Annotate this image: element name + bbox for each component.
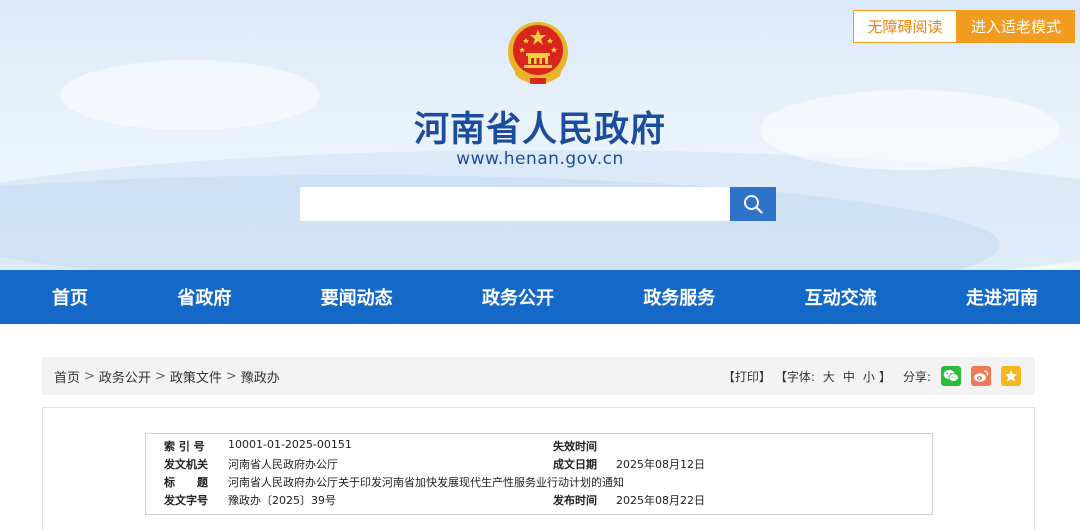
meta-row: 发文机关 河南省人民政府办公厅 成文日期 2025年08月12日: [146, 456, 932, 474]
font-medium-link[interactable]: 中: [843, 368, 855, 385]
site-url: www.henan.gov.cn: [456, 149, 624, 169]
meta-label-expiry: 失效时间: [553, 440, 597, 453]
breadcrumb-separator: >: [225, 368, 237, 384]
font-small-link[interactable]: 小: [863, 368, 875, 385]
meta-label-docno: 发文字号: [164, 494, 208, 507]
meta-row: 索 引 号 10001-01-2025-00151 失效时间: [146, 438, 932, 456]
weibo-icon[interactable]: [971, 366, 991, 386]
breadcrumb-separator: >: [154, 368, 166, 384]
nav-item-government-services[interactable]: 政务服务: [643, 284, 715, 310]
breadcrumb-separator: >: [84, 368, 95, 384]
document-meta-table: 索 引 号 10001-01-2025-00151 失效时间 发文机关 河南省人…: [145, 433, 933, 515]
meta-label-issuer: 发文机关: [164, 458, 208, 471]
search-button[interactable]: [730, 187, 776, 221]
meta-row: 发文字号 豫政办〔2025〕39号 发布时间 2025年08月22日: [146, 492, 932, 510]
favorite-icon[interactable]: [1001, 366, 1021, 386]
national-emblem-icon: [506, 20, 570, 88]
breadcrumb: 首页 > 政务公开 > 政策文件 > 豫政办: [54, 367, 280, 386]
meta-row: 标 题 河南省人民政府办公厅关于印发河南省加快发展现代生产性服务业行动计划的通知: [146, 474, 932, 492]
meta-value-docno: 豫政办〔2025〕39号: [228, 494, 336, 507]
meta-label-index: 索 引 号: [164, 440, 205, 453]
meta-value-date: 2025年08月12日: [616, 458, 705, 471]
search-input[interactable]: [300, 187, 730, 221]
breadcrumb-policy-documents[interactable]: 政策文件: [170, 367, 222, 386]
breadcrumb-home[interactable]: 首页: [54, 367, 80, 386]
share-label: 分享:: [902, 369, 931, 384]
meta-value-issuer: 河南省人民政府办公厅: [228, 458, 338, 471]
nav-item-provincial-government[interactable]: 省政府: [177, 284, 231, 310]
breadcrumb-yuzhengban[interactable]: 豫政办: [241, 367, 280, 386]
font-size-close: 】: [878, 369, 891, 384]
nav-item-government-affairs[interactable]: 政务公开: [482, 284, 554, 310]
wechat-icon[interactable]: [941, 366, 961, 386]
page-tools: 【打印】 【字体: 大 中 小 】 分享:: [723, 366, 1023, 386]
print-link[interactable]: 【打印】: [723, 368, 771, 385]
site-title: 河南省人民政府: [413, 110, 666, 150]
elder-mode-button[interactable]: 进入适老模式: [957, 10, 1075, 43]
accessibility-button[interactable]: 无障碍阅读: [853, 10, 957, 43]
meta-value-index: 10001-01-2025-00151: [228, 438, 352, 451]
nav-item-news[interactable]: 要闻动态: [321, 284, 393, 310]
meta-label-publish: 发布时间: [553, 494, 597, 507]
meta-label-title: 标 题: [164, 476, 208, 489]
nav-item-interaction[interactable]: 互动交流: [805, 284, 877, 310]
font-large-link[interactable]: 大: [823, 368, 835, 385]
breadcrumb-bar: 首页 > 政务公开 > 政策文件 > 豫政办 【打印】 【字体: 大 中 小 】…: [42, 357, 1035, 395]
site-header: 无障碍阅读 进入适老模式 河南省人民政府 www.henan.gov.cn: [0, 0, 1080, 270]
meta-value-title: 河南省人民政府办公厅关于印发河南省加快发展现代生产性服务业行动计划的通知: [228, 476, 624, 489]
main-nav: 首页 省政府 要闻动态 政务公开 政务服务 互动交流 走进河南: [0, 270, 1080, 324]
font-size-label: 【字体:: [774, 369, 815, 384]
search-icon: [744, 195, 763, 214]
meta-value-publish: 2025年08月22日: [616, 494, 705, 507]
breadcrumb-government-affairs[interactable]: 政务公开: [99, 367, 151, 386]
top-buttons: 无障碍阅读 进入适老模式: [853, 10, 1075, 43]
nav-item-about-henan[interactable]: 走进河南: [966, 284, 1038, 310]
meta-label-date: 成文日期: [553, 458, 597, 471]
nav-item-home[interactable]: 首页: [52, 284, 88, 310]
